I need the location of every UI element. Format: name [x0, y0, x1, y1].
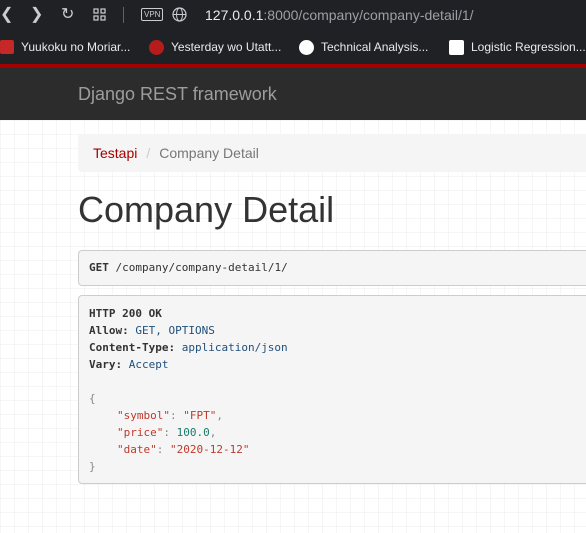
- bookmark-item[interactable]: Technical Analysis...: [299, 38, 428, 56]
- bookmark-label: Technical Analysis...: [321, 40, 429, 54]
- page-title: Company Detail: [78, 189, 335, 230]
- response-header-row: Allow: GET, OPTIONS: [89, 322, 215, 339]
- request-line: GET /company/company-detail/1/: [89, 251, 288, 285]
- json-row: "price": 100.0,: [117, 424, 216, 441]
- url-path: :8000/company/company-detail/1/: [263, 7, 474, 23]
- json-row: "date": "2020-12-12": [117, 441, 249, 458]
- bookmark-item[interactable]: Yesterday wo Utatt...: [149, 38, 281, 56]
- header-value: application/json: [181, 341, 288, 354]
- json-row: "symbol": "FPT",: [117, 407, 223, 424]
- json-close-brace: }: [89, 460, 96, 473]
- json-open-brace: {: [89, 392, 96, 405]
- json-value: 100.0: [176, 426, 210, 439]
- breadcrumb-current: Company Detail: [159, 145, 259, 161]
- url-host: 127.0.0.1: [205, 7, 264, 23]
- toolbar-divider: [123, 7, 124, 23]
- response-status: HTTP 200 OK: [89, 307, 162, 320]
- medium-icon: [449, 39, 464, 55]
- header-name: Content-Type:: [89, 341, 176, 354]
- address-bar[interactable]: 127.0.0.1:8000/company/company-detail/1/: [205, 0, 474, 30]
- bookmark-item[interactable]: Yuukoku no Moriar...: [0, 38, 130, 56]
- bookmark-label: Yesterday wo Utatt...: [171, 40, 282, 54]
- github-icon: [299, 39, 314, 55]
- response-info: HTTP 200 OK Allow: GET, OPTIONS Content-…: [78, 295, 586, 484]
- bookmark-favicon-icon: [0, 40, 14, 54]
- request-info: GET /company/company-detail/1/: [78, 250, 586, 286]
- navbar-brand[interactable]: Django REST framework: [78, 68, 277, 120]
- header-name: Vary:: [89, 358, 123, 371]
- tab-search-icon[interactable]: [93, 8, 106, 21]
- request-method: GET: [89, 261, 109, 274]
- forward-icon[interactable]: ❯: [30, 0, 43, 30]
- bookmark-label: Logistic Regression...: [471, 40, 586, 54]
- request-path: /company/company-detail/1/: [115, 261, 288, 274]
- json-tail: ,: [216, 409, 223, 422]
- json-sep: :: [156, 443, 170, 456]
- response-header-row: Content-Type: application/json: [89, 339, 288, 356]
- response-header-row: Vary: Accept: [89, 356, 169, 373]
- json-key: "date": [117, 443, 157, 456]
- globe-icon[interactable]: [172, 7, 187, 22]
- back-icon[interactable]: ❮: [0, 0, 13, 30]
- header-name: Allow:: [89, 324, 129, 337]
- bookmark-favicon-icon: [149, 39, 164, 55]
- bookmark-item[interactable]: Logistic Regression...: [449, 38, 586, 56]
- bookmark-label: Yuukoku no Moriar...: [21, 40, 131, 54]
- json-key: "symbol": [117, 409, 170, 422]
- reload-icon[interactable]: ↻: [61, 0, 74, 30]
- header-value: GET, OPTIONS: [135, 324, 215, 337]
- breadcrumb-separator: /: [146, 145, 151, 161]
- header-value: Accept: [128, 358, 169, 371]
- json-tail: ,: [209, 426, 217, 439]
- vpn-badge[interactable]: VPN: [141, 8, 164, 21]
- json-value: "FPT": [183, 409, 217, 422]
- breadcrumb-link-testapi[interactable]: Testapi: [93, 145, 137, 161]
- json-sep: :: [163, 426, 177, 439]
- json-value: "2020-12-12": [170, 443, 250, 456]
- json-key: "price": [117, 426, 164, 439]
- breadcrumb: Testapi / Company Detail: [78, 134, 586, 172]
- json-sep: :: [169, 409, 184, 422]
